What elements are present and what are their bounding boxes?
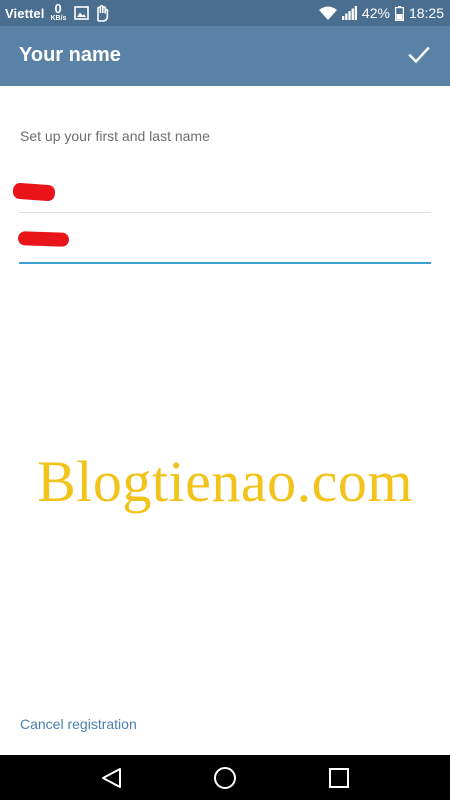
network-speed: 0 KB/s: [50, 0, 68, 26]
first-name-field[interactable]: [12, 172, 431, 213]
done-button[interactable]: [404, 40, 434, 70]
signal-icon: [341, 6, 357, 20]
watermark: Blogtienao.com: [37, 449, 413, 514]
status-bar-right: 42% 18:25: [318, 0, 444, 26]
carrier-name: Viettel: [5, 5, 45, 21]
first-name-input[interactable]: [19, 172, 431, 208]
status-bar: Viettel 0 KB/s 42% 18:25: [0, 0, 450, 26]
page-title: Your name: [19, 44, 121, 66]
home-icon: [214, 767, 236, 789]
network-speed-value: 0: [54, 1, 62, 16]
last-name-field[interactable]: [17, 222, 431, 264]
cancel-registration-link[interactable]: Cancel registration: [20, 716, 137, 732]
recents-icon: [329, 768, 349, 788]
screen: Viettel 0 KB/s 42% 18:25 Your name Set u…: [0, 0, 450, 800]
back-icon: [102, 768, 121, 788]
battery-icon: [394, 5, 404, 21]
hand-icon: [95, 4, 109, 22]
clock: 18:25: [408, 5, 444, 21]
first-name-redaction: [12, 182, 56, 202]
navigation-bar: [0, 755, 450, 800]
network-speed-unit: KB/s: [50, 15, 67, 22]
recents-button[interactable]: [326, 765, 352, 791]
form-subtitle: Set up your first and last name: [20, 128, 210, 144]
image-icon: [74, 6, 90, 20]
last-name-redaction: [17, 231, 70, 247]
battery-percent: 42%: [361, 5, 390, 21]
back-button[interactable]: [98, 765, 124, 791]
app-bar: Your name: [0, 26, 450, 86]
wifi-icon: [318, 6, 337, 20]
check-icon: [408, 46, 430, 64]
home-button[interactable]: [212, 765, 238, 791]
last-name-input[interactable]: [19, 222, 431, 258]
status-bar-left: Viettel 0 KB/s: [5, 0, 109, 26]
